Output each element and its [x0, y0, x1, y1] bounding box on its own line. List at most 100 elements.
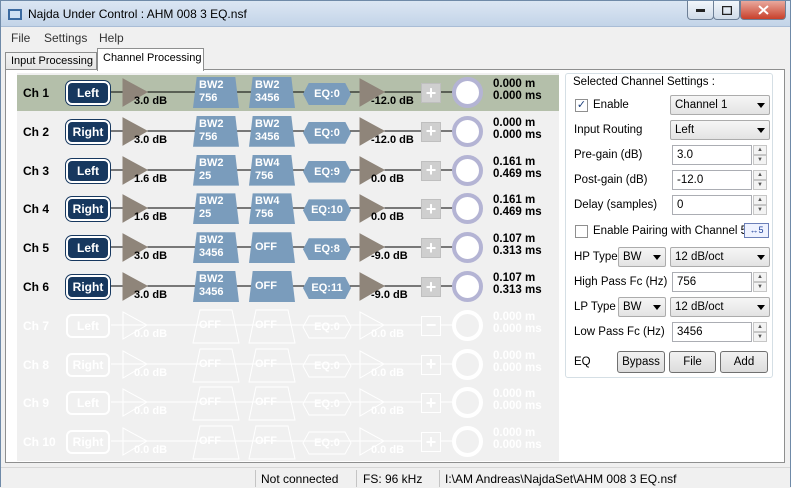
channel-row[interactable]: Ch 5 Left 3.0 dB BW2 3456 OFF EQ:8 -9.0 d…	[17, 230, 559, 266]
spin-up-icon[interactable]: ▲	[753, 170, 767, 180]
eq-block[interactable]: EQ:0	[303, 316, 351, 338]
channel-row[interactable]: Ch 2 Right 3.0 dB BW2 756 BW2 3456 EQ:0 -1…	[17, 114, 559, 150]
lp-type-select[interactable]: BW	[618, 297, 666, 317]
eq-block[interactable]: EQ:0	[303, 121, 351, 144]
hp-fc-input[interactable]: 756	[672, 272, 752, 292]
eq-add-button[interactable]: Add	[720, 351, 768, 373]
channel-row[interactable]: Ch 9 Left 0.0 dB OFF OFF EQ:0 0.0 dB + 0…	[17, 385, 559, 421]
spin-up-icon[interactable]: ▲	[753, 145, 767, 155]
speaker-ring-icon[interactable]	[452, 271, 483, 302]
eq-bypass-button[interactable]: Bypass	[617, 351, 665, 373]
channel-row[interactable]: Ch 4 Right 1.6 dB BW2 25 BW4 756 EQ:10 0.0…	[17, 191, 559, 227]
channel-source-button[interactable]: Right	[66, 197, 110, 222]
speaker-ring-icon[interactable]	[452, 115, 483, 147]
plus-icon[interactable]: +	[421, 160, 441, 181]
delay-input[interactable]: 0	[672, 195, 752, 215]
lowpass-filter-block[interactable]: OFF	[249, 426, 295, 457]
hp-type-select[interactable]: BW	[618, 247, 666, 267]
channel-source-button[interactable]: Right	[66, 275, 110, 299]
channel-row[interactable]: Ch 8 Right 0.0 dB OFF OFF EQ:0 0.0 dB + …	[17, 347, 559, 383]
highpass-filter-block[interactable]: BW2 756	[193, 77, 239, 108]
channel-source-button[interactable]: Right	[66, 430, 110, 455]
lowpass-filter-block[interactable]: OFF	[249, 271, 295, 302]
plus-icon[interactable]: +	[421, 199, 441, 220]
lowpass-filter-block[interactable]: OFF	[249, 232, 295, 264]
plus-icon[interactable]: +	[421, 83, 441, 103]
eq-block[interactable]: EQ:0	[303, 355, 351, 377]
spin-down-icon[interactable]: ▼	[753, 282, 767, 292]
enable-checkbox[interactable]: ✓	[575, 99, 588, 112]
speaker-ring-icon[interactable]	[452, 426, 483, 458]
channel-row[interactable]: Ch 7 Left 0.0 dB OFF OFF EQ:0 0.0 dB − 0…	[17, 308, 559, 344]
channel-row[interactable]: Ch 3 Left 1.6 dB BW2 25 BW4 756 EQ:9 0.0 d…	[17, 153, 559, 189]
spin-up-icon[interactable]: ▲	[753, 195, 767, 205]
plus-icon[interactable]: +	[421, 432, 441, 453]
pairing-checkbox[interactable]	[575, 225, 588, 238]
lowpass-filter-block[interactable]: OFF	[249, 349, 295, 380]
postgain-spinner[interactable]: ▲ ▼	[753, 170, 767, 190]
eq-block[interactable]: EQ:11	[303, 277, 351, 299]
highpass-filter-block[interactable]: BW2 25	[193, 193, 239, 225]
maximize-button[interactable]	[713, 1, 740, 20]
plus-icon[interactable]: +	[421, 121, 441, 142]
spin-down-icon[interactable]: ▼	[753, 205, 767, 215]
channel-source-button[interactable]: Left	[66, 313, 110, 338]
spin-up-icon[interactable]: ▲	[753, 322, 767, 332]
eq-block[interactable]: EQ:8	[303, 238, 351, 261]
speaker-ring-icon[interactable]	[452, 348, 483, 380]
highpass-filter-block[interactable]: OFF	[193, 387, 239, 418]
lowpass-filter-block[interactable]: OFF	[249, 387, 295, 418]
menu-file[interactable]: File	[11, 31, 30, 45]
highpass-filter-block[interactable]: OFF	[193, 426, 239, 457]
spin-down-icon[interactable]: ▼	[753, 332, 767, 342]
speaker-ring-icon[interactable]	[452, 309, 483, 341]
highpass-filter-block[interactable]: OFF	[193, 349, 239, 380]
highpass-filter-block[interactable]: OFF	[193, 310, 239, 341]
channel-row[interactable]: Ch 6 Right 3.0 dB BW2 3456 OFF EQ:11 -9.0…	[17, 269, 559, 305]
highpass-filter-block[interactable]: BW2 3456	[193, 232, 239, 264]
hp-fc-spinner[interactable]: ▲ ▼	[753, 272, 767, 292]
lowpass-filter-block[interactable]: OFF	[249, 310, 295, 341]
delay-spinner[interactable]: ▲ ▼	[753, 195, 767, 215]
channel-source-button[interactable]: Left	[66, 236, 110, 261]
highpass-filter-block[interactable]: BW2 3456	[193, 271, 239, 302]
tab-input-processing[interactable]: Input Processing	[5, 52, 97, 70]
lowpass-filter-block[interactable]: BW4 756	[249, 154, 295, 186]
channel-select[interactable]: Channel 1	[670, 95, 770, 115]
eq-block[interactable]: EQ:0	[303, 432, 351, 454]
lowpass-filter-block[interactable]: BW2 3456	[249, 115, 295, 147]
lowpass-filter-block[interactable]: BW2 3456	[249, 77, 295, 108]
hp-slope-select[interactable]: 12 dB/oct	[670, 247, 770, 267]
eq-block[interactable]: EQ:10	[303, 199, 351, 222]
input-routing-select[interactable]: Left	[670, 120, 770, 140]
pregain-spinner[interactable]: ▲ ▼	[753, 145, 767, 165]
highpass-filter-block[interactable]: BW2 756	[193, 115, 239, 147]
lowpass-filter-block[interactable]: BW4 756	[249, 193, 295, 225]
spin-down-icon[interactable]: ▼	[753, 180, 767, 190]
minimize-button[interactable]	[687, 1, 714, 20]
plus-icon[interactable]: +	[421, 393, 441, 414]
channel-source-button[interactable]: Right	[66, 352, 110, 377]
speaker-ring-icon[interactable]	[452, 232, 483, 264]
channel-row[interactable]: Ch 1 Left 3.0 dB BW2 756 BW2 3456 EQ:0 -12…	[17, 75, 559, 111]
eq-block[interactable]: EQ:9	[303, 160, 351, 183]
minus-icon[interactable]: −	[421, 315, 441, 336]
menu-settings[interactable]: Settings	[44, 31, 87, 45]
postgain-input[interactable]: -12.0	[672, 170, 752, 190]
eq-block[interactable]: EQ:0	[303, 83, 351, 105]
tab-channel-processing[interactable]: Channel Processing	[97, 48, 204, 71]
channel-source-button[interactable]: Left	[66, 158, 110, 183]
highpass-filter-block[interactable]: BW2 25	[193, 154, 239, 186]
channel-row[interactable]: Ch 10 Right 0.0 dB OFF OFF EQ:0 0.0 dB +…	[17, 424, 559, 460]
plus-icon[interactable]: +	[421, 277, 441, 297]
menu-help[interactable]: Help	[99, 31, 124, 45]
eq-file-button[interactable]: File	[669, 351, 716, 373]
spin-up-icon[interactable]: ▲	[753, 272, 767, 282]
pairing-link-icon[interactable]: ↔5	[744, 223, 769, 238]
plus-icon[interactable]: +	[421, 354, 441, 375]
channel-source-button[interactable]: Left	[66, 391, 110, 416]
lp-fc-input[interactable]: 3456	[672, 322, 752, 342]
speaker-ring-icon[interactable]	[452, 154, 483, 186]
lp-fc-spinner[interactable]: ▲ ▼	[753, 322, 767, 342]
speaker-ring-icon[interactable]	[452, 77, 483, 108]
